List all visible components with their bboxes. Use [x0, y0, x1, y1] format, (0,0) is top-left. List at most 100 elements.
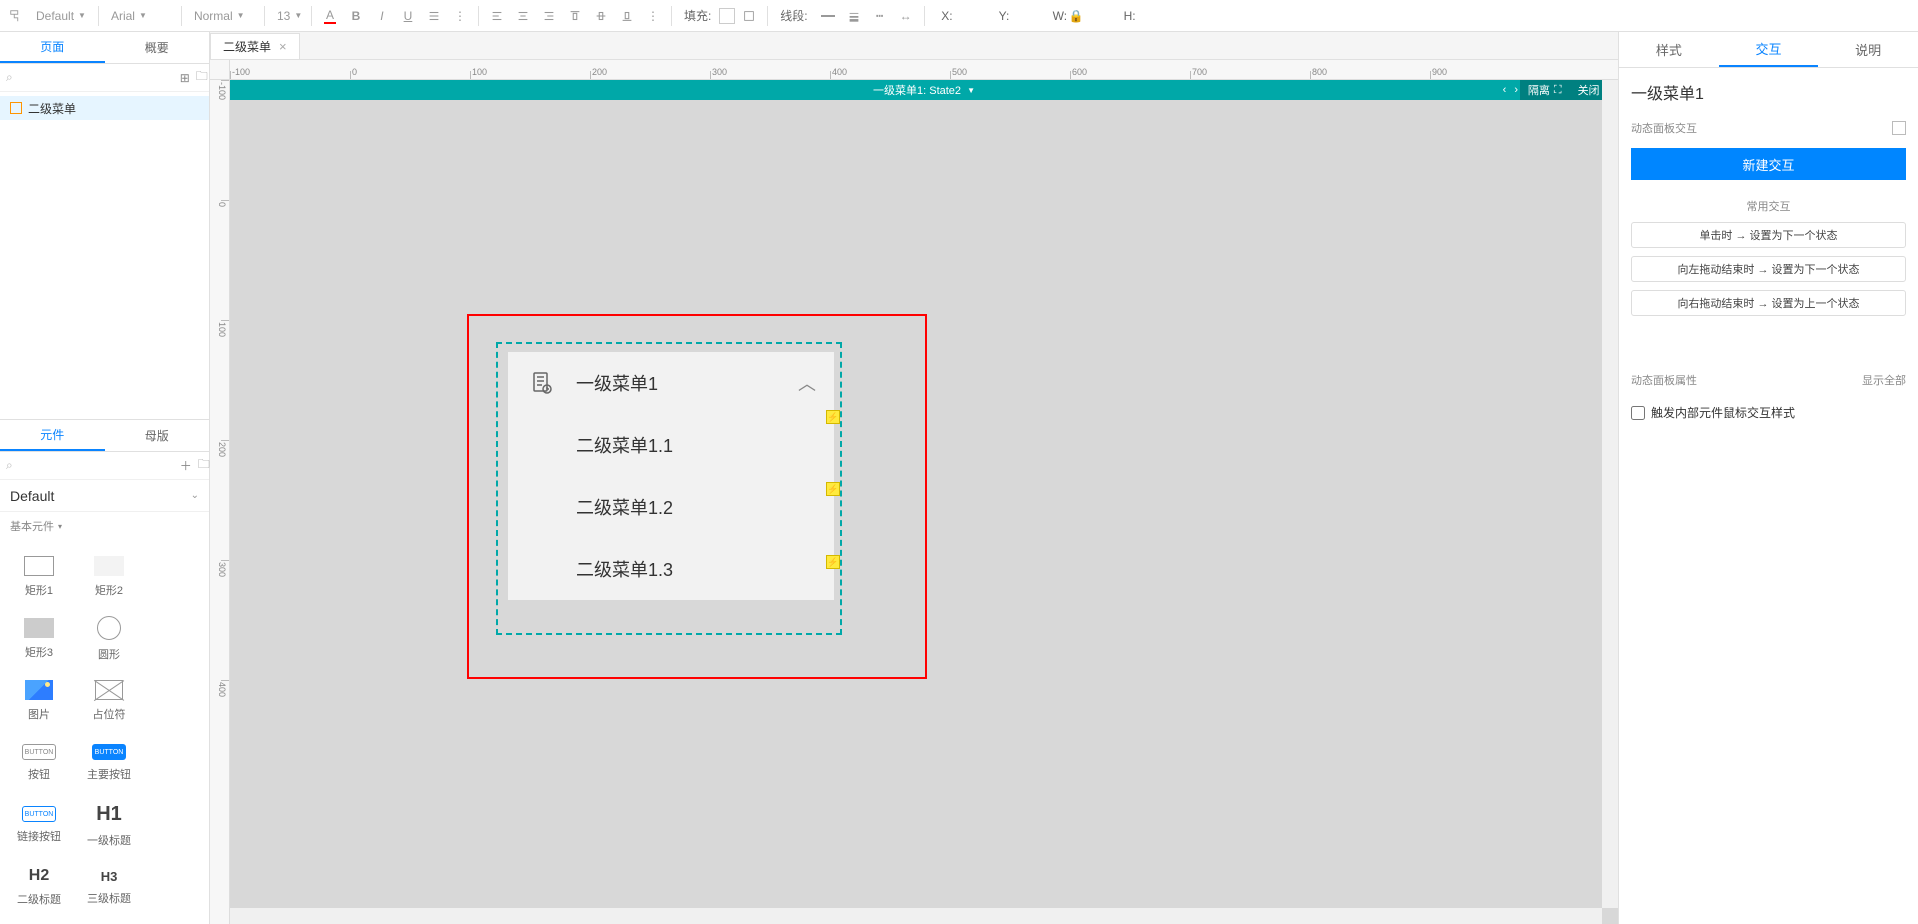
search-icon: ⌕	[6, 458, 13, 473]
font-weight-label: Normal	[194, 9, 233, 23]
valign-bottom-icon[interactable]	[615, 4, 639, 28]
trigger-hover-label: 触发内部元件鼠标交互样式	[1651, 404, 1795, 421]
panel-properties-header: 动态面板属性 显示全部	[1619, 364, 1918, 396]
italic-icon[interactable]: I	[370, 4, 394, 28]
valign-middle-icon[interactable]	[589, 4, 613, 28]
isolate-button[interactable]: 隔离⛶	[1520, 80, 1570, 100]
valign-top-icon[interactable]	[563, 4, 587, 28]
fill-more-icon[interactable]	[737, 4, 761, 28]
panel-interactions-header: 动态面板交互	[1619, 112, 1918, 144]
scrollbar-horizontal[interactable]	[230, 908, 1602, 924]
tab-style[interactable]: 样式	[1619, 32, 1719, 67]
font-color-icon[interactable]: A	[318, 4, 342, 28]
more-align-icon[interactable]: ⋮	[641, 4, 665, 28]
underline-icon[interactable]: U	[396, 4, 420, 28]
widget-link-button[interactable]: BUTTON链接按钮	[4, 794, 74, 856]
font-weight-dropdown[interactable]: Normal▼	[188, 4, 258, 28]
menu-l2b[interactable]: 二级菜单1.2	[508, 476, 834, 538]
add-folder-icon[interactable]: 🗀	[196, 70, 208, 86]
pages-tree: 二级菜单	[0, 92, 209, 419]
new-interaction-button[interactable]: 新建交互	[1631, 148, 1906, 180]
tab-notes[interactable]: 说明	[1818, 32, 1918, 67]
more-text-icon[interactable]: ⋮	[448, 4, 472, 28]
font-dropdown[interactable]: Arial ▼	[105, 4, 175, 28]
widget-rect2[interactable]: 矩形2	[74, 546, 144, 608]
right-panel: 样式 交互 说明 一级菜单1 动态面板交互 新建交互 常用交互 单击时 → 设置…	[1618, 32, 1918, 924]
bullets-icon[interactable]	[422, 4, 446, 28]
common-interaction-row[interactable]: 向左拖动结束时 → 设置为下一个状态	[1631, 256, 1906, 282]
document-tab[interactable]: 二级菜单 ×	[210, 33, 300, 59]
lib-folder-icon[interactable]: 🗀	[198, 458, 210, 474]
common-interaction-row[interactable]: 向右拖动结束时 → 设置为上一个状态	[1631, 290, 1906, 316]
widgets-search-row: ⌕ ＋ 🗀 ⋮	[0, 452, 209, 480]
tab-masters[interactable]: 母版	[105, 420, 210, 451]
coord-h-label: H:	[1118, 9, 1138, 23]
font-dropdown-label: Arial	[111, 9, 135, 23]
align-center-icon[interactable]	[511, 4, 535, 28]
top-toolbar: Default▼ Arial▼ Normal▼ 13▼ A B I U ⋮ ⋮ …	[0, 0, 1918, 32]
widgets-panel: 元件 母版 ⌕ ＋ 🗀 ⋮ Default ⌄ 基本元件▾ 矩形1 矩形2 矩形…	[0, 419, 209, 924]
state-next-icon[interactable]: ›	[1514, 84, 1518, 96]
menu-l1[interactable]: 一级菜单1 ︿	[508, 352, 834, 414]
add-page-icon[interactable]: ⊞	[180, 70, 190, 86]
menu-l2a-label: 二级菜单1.1	[576, 432, 673, 458]
fill-label: 填充:	[678, 7, 717, 24]
line-width-icon[interactable]	[842, 4, 866, 28]
lightning-icon: ⚡	[826, 410, 840, 424]
show-all-link[interactable]: 显示全部	[1862, 372, 1906, 388]
tab-widgets[interactable]: 元件	[0, 420, 105, 451]
page-item[interactable]: 二级菜单	[0, 96, 209, 120]
document-tab-label: 二级菜单	[223, 38, 271, 55]
style-dropdown[interactable]: Default▼	[30, 4, 92, 28]
pages-search-input[interactable]	[19, 71, 174, 85]
font-size-dropdown[interactable]: 13▼	[271, 4, 305, 28]
lightning-icon: ⚡	[826, 555, 840, 569]
widget-group-title: 基本元件▾	[0, 512, 209, 540]
bold-icon[interactable]: B	[344, 4, 368, 28]
scrollbar-vertical[interactable]	[1602, 80, 1618, 908]
canvas[interactable]: 一级菜单1: State2 ▼ ‹ › 隔离⛶ 关闭×	[230, 80, 1618, 924]
widget-image[interactable]: 图片	[4, 670, 74, 732]
menu-l2a[interactable]: 二级菜单1.1	[508, 414, 834, 476]
common-interaction-row[interactable]: 单击时 → 设置为下一个状态	[1631, 222, 1906, 248]
config-icon[interactable]	[1892, 121, 1906, 135]
widget-rect1[interactable]: 矩形1	[4, 546, 74, 608]
widget-placeholder[interactable]: 占位符	[74, 670, 144, 732]
widget-button[interactable]: BUTTON按钮	[4, 732, 74, 794]
state-prev-icon[interactable]: ‹	[1503, 84, 1507, 96]
widget-library-dropdown[interactable]: Default ⌄	[0, 480, 209, 512]
lock-icon[interactable]: 🔒	[1069, 9, 1084, 23]
expand-icon: ⛶	[1554, 84, 1562, 97]
tab-interactions[interactable]: 交互	[1719, 32, 1819, 67]
line-color-icon[interactable]	[816, 4, 840, 28]
widgets-search-input[interactable]	[19, 459, 174, 473]
coord-w-label: W:	[1047, 9, 1067, 23]
align-right-icon[interactable]	[537, 4, 561, 28]
widget-circle[interactable]: 圆形	[74, 608, 144, 670]
state-body: 一级菜单1 ︿ 二级菜单1.1 二级菜单1.2 二级菜单1.3	[230, 100, 1618, 924]
line-style-icon[interactable]: ┅	[868, 4, 892, 28]
tab-outline[interactable]: 概要	[105, 32, 210, 63]
widget-library-name: Default	[10, 488, 191, 504]
add-lib-icon[interactable]: ＋	[180, 458, 192, 474]
tab-pages[interactable]: 页面	[0, 32, 105, 63]
widget-h2[interactable]: H2二级标题	[4, 856, 74, 918]
fill-color-picker[interactable]	[719, 8, 735, 24]
caret-icon: ⌄	[191, 490, 199, 501]
widget-primary-button[interactable]: BUTTON主要按钮	[74, 732, 144, 794]
menu-card: 一级菜单1 ︿ 二级菜单1.1 二级菜单1.2 二级菜单1.3	[508, 352, 834, 600]
caret-down-icon: ▼	[139, 11, 147, 20]
trigger-hover-checkbox[interactable]	[1631, 406, 1645, 420]
widget-h3[interactable]: H3三级标题	[74, 856, 144, 918]
common-interactions-title: 常用交互	[1619, 192, 1918, 222]
arrow-icon[interactable]: ↔	[894, 4, 918, 28]
menu-l2c[interactable]: 二级菜单1.3	[508, 538, 834, 600]
widget-rect3[interactable]: 矩形3	[4, 608, 74, 670]
widget-h1[interactable]: H1一级标题	[74, 794, 144, 856]
center-area: 二级菜单 × -100 0 100 200 300 400 500 600 70…	[210, 32, 1618, 924]
close-tab-icon[interactable]: ×	[279, 39, 287, 54]
align-left-icon[interactable]	[485, 4, 509, 28]
ruler-corner	[210, 60, 230, 80]
format-painter-icon[interactable]	[4, 4, 28, 28]
state-dropdown-icon[interactable]: ▼	[967, 86, 975, 95]
